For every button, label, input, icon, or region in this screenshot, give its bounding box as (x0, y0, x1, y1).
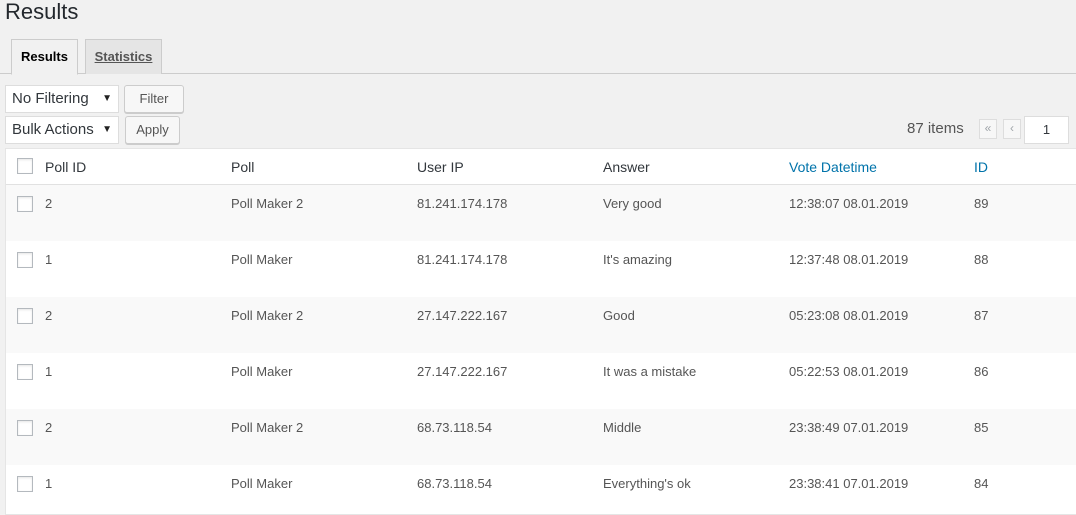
tab-results[interactable]: Results (11, 39, 78, 75)
table-header: Poll ID Poll User IP Answer Vote Datetim… (6, 149, 1076, 185)
cell-poll-id: 1 (45, 364, 53, 379)
row-checkbox[interactable] (17, 476, 33, 492)
cell-poll-id: 2 (45, 420, 53, 435)
cell-poll-id: 2 (45, 196, 53, 211)
caret-down-icon: ▼ (102, 93, 112, 104)
table-row: 1 Poll Maker 68.73.118.54 Everything's o… (6, 465, 1076, 514)
filter-select[interactable]: No Filtering ▼ (5, 85, 119, 113)
apply-button[interactable]: Apply (125, 116, 180, 144)
cell-user-ip: 68.73.118.54 (417, 476, 492, 491)
cell-poll-id: 2 (45, 308, 53, 323)
cell-vote-datetime: 23:38:41 07.01.2019 (789, 476, 909, 491)
cell-id: 88 (974, 252, 989, 267)
cell-id: 84 (974, 476, 989, 491)
column-header-answer: Answer (603, 159, 650, 175)
select-all-checkbox[interactable] (17, 158, 33, 174)
filter-select-value: No Filtering (12, 90, 89, 107)
cell-user-ip: 81.241.174.178 (417, 252, 508, 267)
table-row: 2 Poll Maker 2 27.147.222.167 Good 05:23… (6, 297, 1076, 353)
column-header-poll: Poll (231, 159, 255, 175)
first-page-button[interactable]: « (979, 119, 997, 139)
table-row: 1 Poll Maker 81.241.174.178 It's amazing… (6, 241, 1076, 297)
current-page-input[interactable]: 1 (1024, 116, 1069, 144)
row-checkbox[interactable] (17, 196, 33, 212)
table-row: 1 Poll Maker 27.147.222.167 It was a mis… (6, 353, 1076, 409)
cell-vote-datetime: 05:23:08 08.01.2019 (789, 308, 909, 323)
row-checkbox[interactable] (17, 308, 33, 324)
bulk-actions-select[interactable]: Bulk Actions ▼ (5, 116, 119, 144)
items-count: 87 items (907, 120, 964, 137)
tab-bar: Results Statistics (0, 39, 1076, 75)
cell-vote-datetime: 23:38:49 07.01.2019 (789, 420, 909, 435)
filter-button[interactable]: Filter (124, 85, 184, 113)
column-header-vote-datetime[interactable]: Vote Datetime (789, 159, 877, 175)
cell-id: 86 (974, 364, 989, 379)
cell-answer: It's amazing (603, 252, 672, 267)
row-checkbox[interactable] (17, 252, 33, 268)
table-row: 2 Poll Maker 2 81.241.174.178 Very good … (6, 185, 1076, 241)
cell-vote-datetime: 05:22:53 08.01.2019 (789, 364, 909, 379)
cell-vote-datetime: 12:37:48 08.01.2019 (789, 252, 909, 267)
column-header-id[interactable]: ID (974, 159, 988, 175)
cell-poll: Poll Maker 2 (231, 308, 304, 323)
cell-user-ip: 68.73.118.54 (417, 420, 492, 435)
row-checkbox[interactable] (17, 364, 33, 380)
cell-answer: Very good (603, 196, 662, 211)
cell-id: 89 (974, 196, 989, 211)
cell-vote-datetime: 12:38:07 08.01.2019 (789, 196, 909, 211)
cell-poll: Poll Maker (231, 252, 293, 267)
cell-user-ip: 27.147.222.167 (417, 308, 508, 323)
table-row: 2 Poll Maker 2 68.73.118.54 Middle 23:38… (6, 409, 1076, 465)
cell-user-ip: 27.147.222.167 (417, 364, 508, 379)
row-checkbox[interactable] (17, 420, 33, 436)
results-table: Poll ID Poll User IP Answer Vote Datetim… (5, 148, 1076, 515)
cell-poll-id: 1 (45, 252, 53, 267)
cell-answer: Everything's ok (603, 476, 691, 491)
cell-poll: Poll Maker 2 (231, 420, 304, 435)
results-page: Results Results Statistics No Filtering … (0, 0, 1076, 515)
cell-poll: Poll Maker (231, 364, 293, 379)
prev-page-button[interactable]: ‹ (1003, 119, 1021, 139)
cell-user-ip: 81.241.174.178 (417, 196, 508, 211)
cell-answer: It was a mistake (603, 364, 697, 379)
tab-statistics[interactable]: Statistics (85, 39, 162, 74)
cell-answer: Middle (603, 420, 642, 435)
bulk-actions-value: Bulk Actions (12, 121, 94, 138)
cell-id: 87 (974, 308, 989, 323)
caret-down-icon: ▼ (102, 124, 112, 135)
cell-poll: Poll Maker (231, 476, 293, 491)
cell-answer: Good (603, 308, 635, 323)
cell-poll-id: 1 (45, 476, 53, 491)
cell-poll: Poll Maker 2 (231, 196, 304, 211)
page-title: Results (5, 0, 79, 24)
column-header-user-ip: User IP (417, 159, 464, 175)
cell-id: 85 (974, 420, 989, 435)
column-header-poll-id: Poll ID (45, 159, 87, 175)
